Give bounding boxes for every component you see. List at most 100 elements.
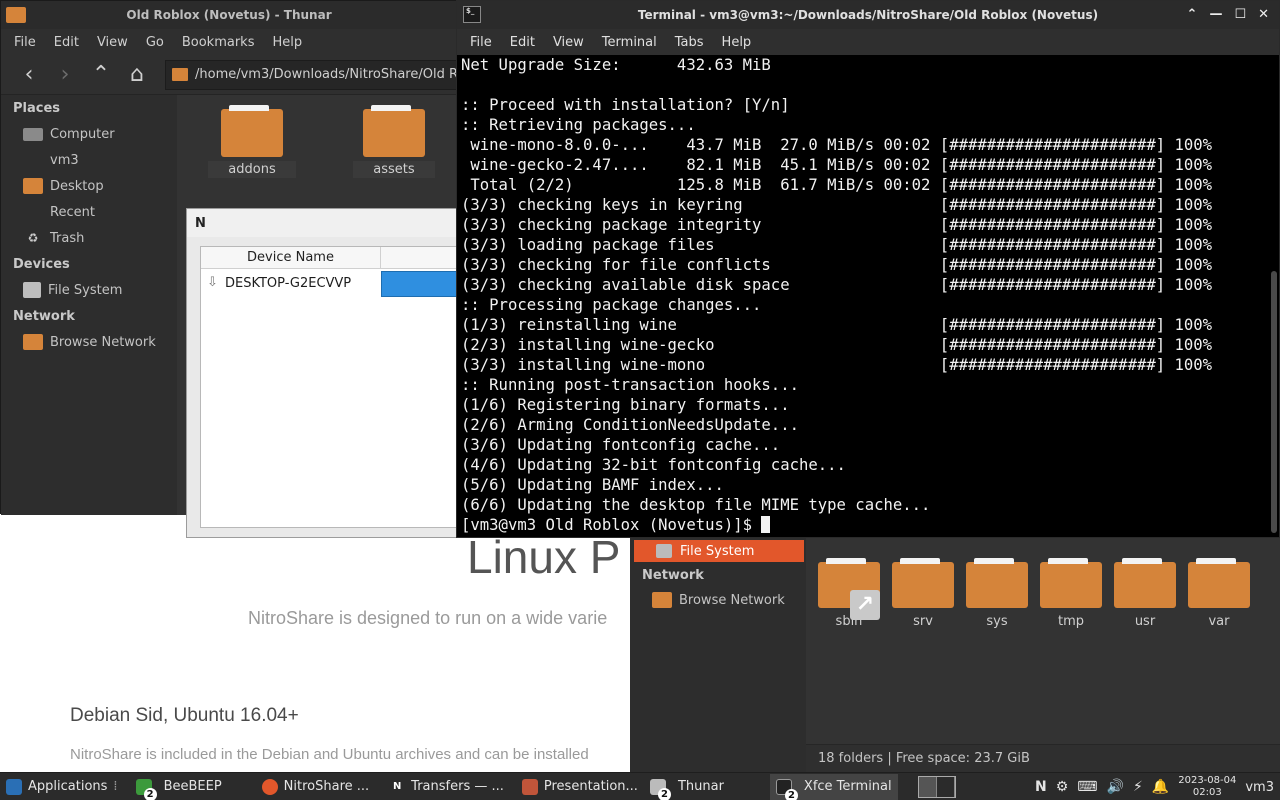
- user-name[interactable]: vm3: [1245, 780, 1274, 795]
- path-text: /home/vm3/Downloads/NitroShare/Old Rob: [195, 67, 457, 82]
- clock-time: 02:03: [1192, 787, 1222, 798]
- menu-go[interactable]: Go: [137, 35, 173, 50]
- xfce-logo-icon: [6, 778, 22, 795]
- folder-item[interactable]: usr: [1108, 558, 1182, 629]
- close-icon[interactable]: ✕: [1258, 7, 1269, 22]
- clock[interactable]: 2023-08-04 02:03: [1178, 775, 1236, 799]
- device-list: Device Name ⇩ DESKTOP-G2ECVVP: [200, 246, 459, 528]
- sidebar-item-trash[interactable]: ♻ Trash: [1, 225, 177, 251]
- maximize-icon[interactable]: ☐: [1234, 7, 1246, 22]
- menu-view[interactable]: View: [544, 35, 593, 50]
- folder-item[interactable]: var: [1182, 558, 1256, 629]
- network-icon: [652, 592, 672, 608]
- folder-icon: [1114, 558, 1176, 608]
- terminal-line: (1/3) reinstalling wine [###############…: [461, 316, 1213, 334]
- notification-bell-icon[interactable]: 🔔: [1152, 779, 1169, 795]
- device-list-header: Device Name: [201, 247, 457, 269]
- devices-header: Devices: [13, 257, 70, 272]
- terminal-line: wine-mono-8.0.0-... 43.7 MiB 27.0 MiB/s …: [461, 136, 1213, 154]
- nitroshare-titlebar[interactable]: N: [187, 209, 457, 237]
- terminal-line: (3/3) checking available disk space [###…: [461, 276, 1213, 294]
- shade-icon[interactable]: ⌃: [1187, 7, 1198, 22]
- transfer-progress-bar: [381, 271, 459, 297]
- thunar-icon: 2: [649, 778, 671, 800]
- terminal-line: :: Running post-transaction hooks...: [461, 376, 799, 394]
- thunar-sidebar: Places Computer vm3 Desktop Recent ♻ Tras…: [1, 95, 177, 515]
- menu-bookmarks[interactable]: Bookmarks: [173, 35, 264, 50]
- terminal-line: (3/3) checking keys in keyring [########…: [461, 196, 1213, 214]
- sidebar-item-computer[interactable]: Computer: [1, 121, 177, 147]
- task-thunar[interactable]: 2 Thunar: [644, 774, 730, 800]
- task-beebeep[interactable]: 2 BeeBEEP: [130, 774, 228, 800]
- sidebar-item-filesystem[interactable]: File System: [1, 277, 177, 303]
- beebeep-icon: 2: [135, 778, 157, 800]
- terminal-window: $_ Terminal - vm3@vm3:~/Downloads/NitroS…: [456, 0, 1280, 538]
- folder-item[interactable]: ↗ sbin: [812, 558, 886, 629]
- folder-item[interactable]: srv: [886, 558, 960, 629]
- folder-item[interactable]: tmp: [1034, 558, 1108, 629]
- task-xfce-terminal[interactable]: 2 Xfce Terminal: [769, 773, 898, 800]
- column-device-name[interactable]: Device Name: [201, 247, 381, 268]
- folder-item[interactable]: addons: [185, 95, 319, 178]
- shell-prompt: [vm3@vm3 Old Roblox (Novetus)]$: [461, 516, 762, 534]
- menu-help[interactable]: Help: [263, 35, 311, 50]
- terminal-output[interactable]: Net Upgrade Size: 432.63 MiB​:: Proceed …: [461, 55, 1261, 535]
- terminal-line: (3/3) installing wine-mono [############…: [461, 356, 1213, 374]
- system-tray: N ⚙ ⌨ 🔊 ⚡ 🔔 2023-08-04 02:03 vm3: [1035, 773, 1280, 800]
- menu-tabs[interactable]: Tabs: [666, 35, 713, 50]
- path-bar[interactable]: /home/vm3/Downloads/NitroShare/Old Rob: [165, 59, 457, 90]
- menu-view[interactable]: View: [88, 35, 137, 50]
- terminal-prompt-line[interactable]: [vm3@vm3 Old Roblox (Novetus)]$: [461, 515, 1261, 535]
- terminal-line: (4/6) Updating 32-bit fontconfig cache..…: [461, 456, 846, 474]
- device-row[interactable]: ⇩ DESKTOP-G2ECVVP: [201, 269, 459, 297]
- sidebar-item-browse-network[interactable]: Browse Network: [652, 592, 785, 608]
- thunar-titlebar[interactable]: Old Roblox (Novetus) - Thunar: [1, 1, 457, 29]
- terminal-line: (3/3) loading package files [###########…: [461, 236, 1213, 254]
- menu-file[interactable]: File: [5, 35, 45, 50]
- menu-help[interactable]: Help: [713, 35, 761, 50]
- presentation-icon: [521, 778, 538, 795]
- menu-edit[interactable]: Edit: [501, 35, 544, 50]
- website-tagline: NitroShare is designed to run on a wide …: [248, 608, 608, 628]
- applications-menu-button[interactable]: Applications ⁞: [0, 774, 124, 800]
- terminal-title: Terminal - vm3@vm3:~/Downloads/NitroShar…: [637, 8, 1099, 22]
- thunar-window-2: File System Network Browse Network ↗ sbin…: [630, 538, 1280, 772]
- taskbar: Applications ⁞ 2 BeeBEEP NitroShare ... …: [0, 772, 1280, 800]
- folder-item[interactable]: assets: [327, 95, 461, 178]
- workspace-switcher[interactable]: [917, 775, 956, 798]
- sidebar-item-filesystem-selected[interactable]: File System: [634, 540, 804, 562]
- nitroshare-tray-icon[interactable]: N: [1035, 779, 1047, 795]
- workspace-2[interactable]: [937, 776, 955, 797]
- sidebar-item-vm3[interactable]: vm3: [1, 147, 177, 173]
- task-nitroshare[interactable]: NitroShare ...: [256, 774, 376, 800]
- thunar2-sidebar: File System Network Browse Network: [630, 538, 806, 772]
- up-icon[interactable]: ⌃: [87, 61, 115, 89]
- sidebar-item-desktop[interactable]: Desktop: [1, 173, 177, 199]
- terminal-line: ​: [461, 75, 1261, 95]
- home-icon[interactable]: ⌂: [123, 61, 151, 89]
- network-header: Network: [642, 568, 704, 583]
- workspace-1[interactable]: [918, 776, 937, 797]
- sidebar-item-recent[interactable]: Recent: [1, 199, 177, 225]
- terminal-line: (5/6) Updating BAMF index...: [461, 476, 724, 494]
- menu-terminal[interactable]: Terminal: [593, 35, 666, 50]
- task-presentation[interactable]: Presentation...: [516, 774, 644, 800]
- forward-icon[interactable]: ›: [51, 61, 79, 89]
- menu-file[interactable]: File: [461, 35, 501, 50]
- back-icon[interactable]: ‹: [15, 61, 43, 89]
- keyboard-icon[interactable]: ⌨: [1077, 779, 1097, 795]
- task-transfers[interactable]: N Transfers — ...: [383, 774, 510, 800]
- power-icon[interactable]: ⚡: [1133, 779, 1143, 795]
- minimize-icon[interactable]: —: [1209, 7, 1222, 22]
- website-paragraph: NitroShare is included in the Debian and…: [70, 746, 589, 763]
- volume-icon[interactable]: 🔊: [1107, 779, 1124, 795]
- folder-icon: [172, 68, 188, 81]
- terminal-titlebar[interactable]: $_ Terminal - vm3@vm3:~/Downloads/NitroS…: [457, 1, 1279, 29]
- menu-edit[interactable]: Edit: [45, 35, 88, 50]
- network-header: Network: [13, 309, 75, 324]
- folder-item[interactable]: sys: [960, 558, 1034, 629]
- terminal-scrollbar[interactable]: [1271, 271, 1277, 533]
- tools-tray-icon[interactable]: ⚙: [1056, 779, 1069, 795]
- places-header: Places: [13, 101, 61, 116]
- sidebar-item-browse-network[interactable]: Browse Network: [1, 329, 177, 355]
